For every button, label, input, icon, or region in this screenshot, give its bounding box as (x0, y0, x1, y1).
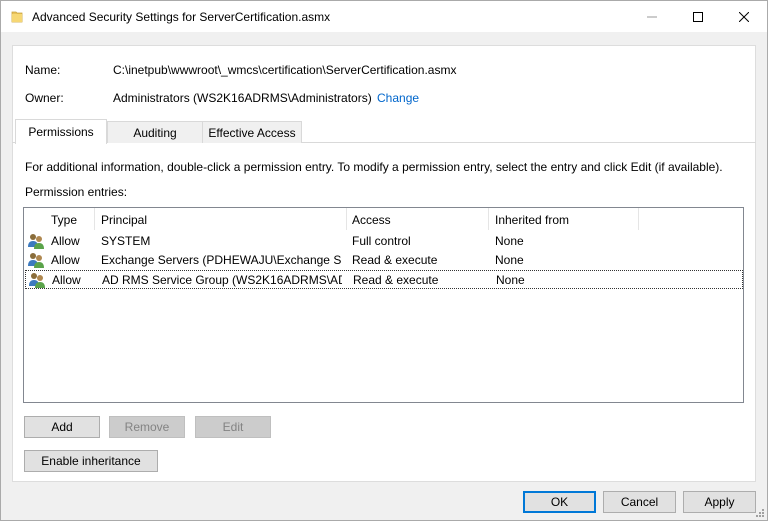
cell-access: Full control (352, 234, 411, 248)
name-label: Name: (25, 63, 61, 77)
cell-principal: AD RMS Service Group (WS2K16ADRMS\AD... (102, 273, 342, 287)
close-icon (739, 11, 749, 22)
tab-auditing[interactable]: Auditing (107, 121, 203, 143)
info-text: For additional information, double-click… (25, 160, 723, 174)
cell-access: Read & execute (353, 273, 439, 287)
user-group-icon (28, 253, 44, 268)
tab-effective-access[interactable]: Effective Access (202, 121, 302, 143)
table-row[interactable]: Allow SYSTEM Full control None (25, 232, 743, 251)
column-header-type[interactable]: Type (51, 213, 77, 227)
tab-permissions[interactable]: Permissions (15, 119, 107, 144)
permission-entries-list[interactable]: Type Principal Access Inherited from All… (23, 207, 744, 403)
column-separator[interactable] (488, 208, 489, 230)
permission-entries-label: Permission entries: (25, 185, 128, 199)
dialog-window: Advanced Security Settings for ServerCer… (0, 0, 768, 521)
cell-principal: Exchange Servers (PDHEWAJU\Exchange Se..… (101, 253, 341, 267)
column-header-inherited-from[interactable]: Inherited from (495, 213, 569, 227)
column-header-principal[interactable]: Principal (101, 213, 147, 227)
minimize-button[interactable] (629, 1, 675, 32)
column-separator[interactable] (638, 208, 639, 230)
window-title: Advanced Security Settings for ServerCer… (32, 10, 331, 24)
table-row[interactable]: Allow AD RMS Service Group (WS2K16ADRMS\… (25, 270, 743, 289)
add-button[interactable]: Add (24, 416, 100, 438)
cell-access: Read & execute (352, 253, 438, 267)
column-separator[interactable] (346, 208, 347, 230)
maximize-button[interactable] (675, 1, 721, 32)
column-header-access[interactable]: Access (352, 213, 391, 227)
cell-type: Allow (51, 234, 80, 248)
folder-icon (11, 11, 23, 23)
edit-button[interactable]: Edit (195, 416, 271, 438)
change-owner-link[interactable]: Change (377, 91, 419, 105)
remove-button[interactable]: Remove (109, 416, 185, 438)
apply-button[interactable]: Apply (683, 491, 756, 513)
close-button[interactable] (721, 1, 767, 32)
title-bar: Advanced Security Settings for ServerCer… (1, 1, 767, 32)
table-row[interactable]: Allow Exchange Servers (PDHEWAJU\Exchang… (25, 251, 743, 270)
owner-value: Administrators (WS2K16ADRMS\Administrato… (113, 91, 372, 105)
ok-button[interactable]: OK (523, 491, 596, 513)
column-separator[interactable] (94, 208, 95, 230)
owner-label: Owner: (25, 91, 64, 105)
cell-inherited-from: None (495, 234, 524, 248)
cell-inherited-from: None (495, 253, 524, 267)
cell-principal: SYSTEM (101, 234, 151, 248)
resize-grip-icon[interactable] (754, 507, 764, 517)
cell-type: Allow (51, 253, 80, 267)
minimize-icon (647, 16, 657, 17)
cancel-button[interactable]: Cancel (603, 491, 676, 513)
name-value: C:\inetpub\wwwroot\_wmcs\certification\S… (113, 63, 457, 77)
cell-inherited-from: None (496, 273, 525, 287)
enable-inheritance-button[interactable]: Enable inheritance (24, 450, 158, 472)
cell-type: Allow (52, 273, 81, 287)
user-group-icon (28, 234, 44, 249)
user-group-icon (29, 273, 45, 288)
dialog-footer: OK Cancel Apply (1, 483, 767, 520)
maximize-icon (693, 11, 703, 22)
